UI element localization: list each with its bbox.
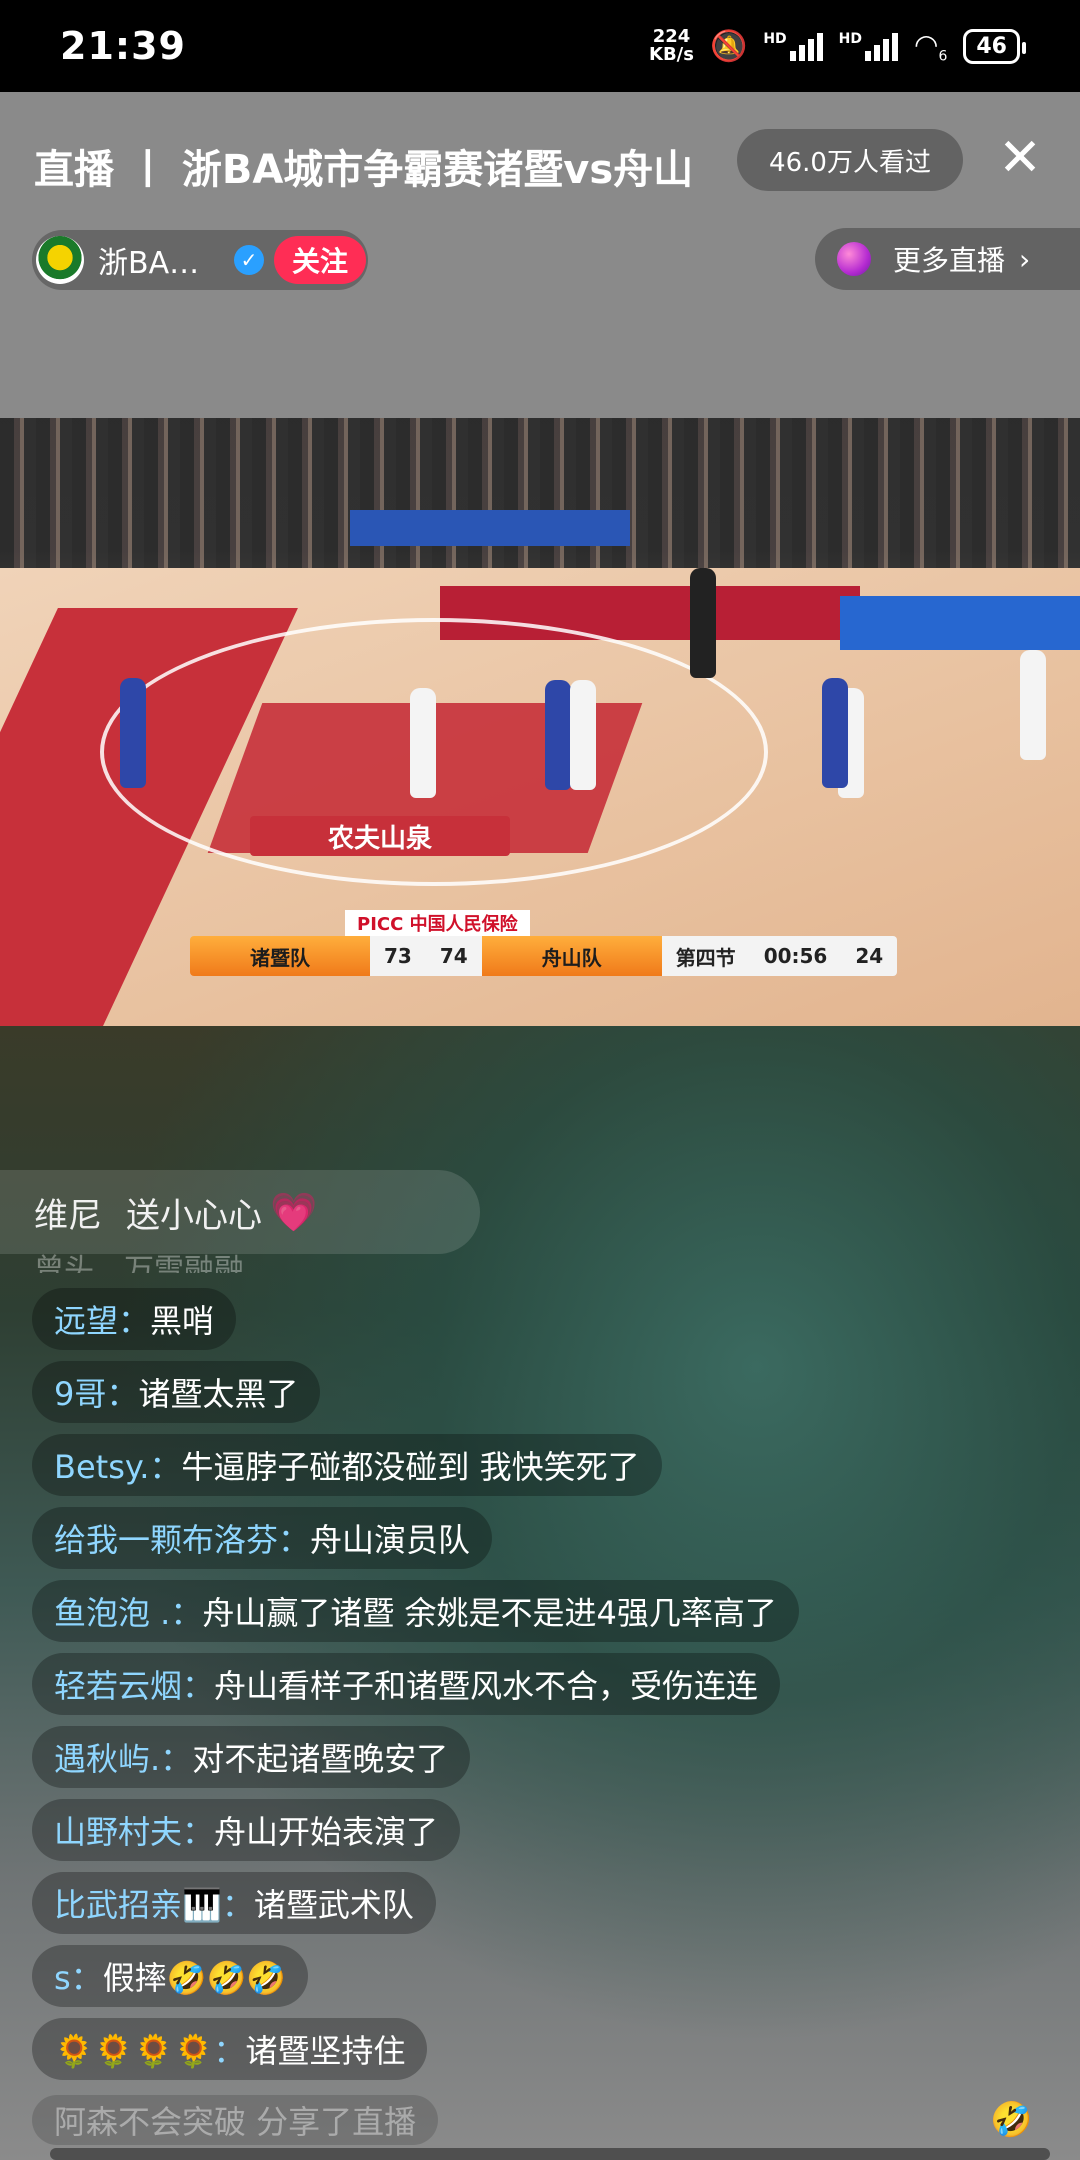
arena-banner: [350, 510, 630, 546]
video-player[interactable]: 农夫山泉 PICC 中国人民保险 诸暨队 73 74 舟山队 第四节 00:56…: [0, 418, 1080, 1026]
chat-text: 对不起诸暨晚安了: [192, 1740, 449, 1778]
chat-faded-message: 阿森不会突破 分享了直播: [32, 2095, 439, 2145]
home-team: 诸暨队: [190, 936, 370, 976]
chat-message[interactable]: 9哥： 诸暨太黑了: [32, 1361, 321, 1423]
chat-message[interactable]: 山野村夫： 舟山开始表演了: [32, 1799, 461, 1861]
chat-user[interactable]: 山野村夫：: [54, 1807, 214, 1853]
chat-message[interactable]: 比武招亲🎹： 诸暨武术队: [32, 1872, 436, 1934]
referee: [690, 568, 716, 678]
gift-notice: 维尼 送小心心 💗: [0, 1170, 480, 1254]
gift-user: 维尼: [34, 1195, 102, 1236]
more-live-label: 更多直播: [893, 244, 1006, 277]
view-count: 46.0万人看过: [737, 129, 963, 191]
wifi-label: 6: [938, 48, 948, 65]
chat-message[interactable]: 轻若云烟： 舟山看样子和诸暨风水不合，受伤连连: [32, 1653, 781, 1715]
shot-clock: 24: [841, 936, 898, 976]
chat-message[interactable]: Betsy.： 牛逼脖子碰都没碰到 我快笑死了: [32, 1434, 662, 1496]
away-team: 舟山队: [481, 936, 662, 976]
player: [822, 678, 848, 788]
live-title: 直播 丨 浙BA城市争霸赛诸暨vs舟山: [34, 147, 694, 193]
gift-action: 送小心心: [126, 1195, 262, 1236]
chat-message[interactable]: 远望： 黑哨: [32, 1288, 237, 1350]
chat-text: 舟山开始表演了: [214, 1813, 439, 1851]
chat-user[interactable]: 给我一颗布洛芬：: [54, 1515, 310, 1561]
chat-user[interactable]: 遇秋屿.：: [54, 1734, 192, 1780]
battery-icon: 46: [963, 28, 1026, 64]
comment-bar[interactable]: [50, 2148, 1050, 2160]
mute-icon: 🔕: [709, 28, 748, 64]
live-ball-icon: [837, 242, 871, 276]
chat-user[interactable]: 9哥：: [54, 1369, 138, 1415]
chat-text: 诸暨武术队: [253, 1886, 414, 1924]
scoreboard: 诸暨队 73 74 舟山队 第四节 00:56 24: [190, 936, 898, 976]
status-time: 21:39: [60, 24, 186, 68]
chat-user[interactable]: 轻若云烟：: [54, 1661, 214, 1707]
hd-label-2: HD: [838, 31, 863, 47]
anchor-name[interactable]: 浙BA…: [98, 238, 226, 282]
player: [120, 678, 146, 788]
chat-text: 黑哨: [150, 1302, 215, 1340]
chat-text: 诸暨太黑了: [138, 1375, 299, 1413]
network-speed-unit: KB/s: [649, 44, 694, 65]
player: [1020, 650, 1046, 760]
chat-faded-message: 曾头…万雪融融: [34, 1253, 244, 1273]
hd-label-1: HD: [763, 31, 787, 47]
chat-text: 假摔🤣🤣🤣: [102, 1959, 287, 1997]
close-icon[interactable]: ✕: [996, 132, 1044, 184]
signal-icon-2: HD: [838, 31, 899, 61]
chat-user[interactable]: 🌻🌻🌻🌻：: [54, 2026, 245, 2072]
status-bar: 21:39 224 KB/s 🔕 HD HD ◠6 46: [0, 0, 1080, 92]
game-clock: 00:56: [749, 936, 842, 976]
chat-text: 牛逼脖子碰都没碰到 我快笑死了: [181, 1448, 640, 1486]
verified-icon: ✓: [234, 245, 264, 275]
chat-text: 舟山赢了诸暨 余姚是不是进4强几率高了: [202, 1594, 777, 1632]
chat-user[interactable]: 远望：: [54, 1296, 150, 1342]
chat-user[interactable]: s：: [54, 1953, 103, 1999]
chat-text: 舟山演员队: [310, 1521, 471, 1559]
wifi-icon: ◠6: [914, 27, 948, 65]
home-score: 73: [370, 936, 426, 976]
chat-user[interactable]: 比武招亲🎹：: [54, 1880, 254, 1926]
laugh-emoji-icon[interactable]: 🤣: [990, 2100, 1032, 2140]
period: 第四节: [661, 936, 750, 976]
follow-button[interactable]: 关注: [274, 236, 367, 284]
floor-logo: 农夫山泉: [250, 816, 510, 856]
chevron-right-icon: ›: [1019, 242, 1031, 276]
status-icons: 224 KB/s 🔕 HD HD ◠6 46: [649, 27, 1026, 65]
avatar[interactable]: [36, 236, 84, 284]
player: [570, 680, 596, 790]
chat-message[interactable]: 遇秋屿.： 对不起诸暨晚安了: [32, 1726, 471, 1788]
chat-user[interactable]: Betsy.：: [54, 1442, 181, 1488]
anchor-card[interactable]: 浙BA… ✓ 关注: [32, 230, 368, 290]
heart-icon: 💗: [270, 1189, 318, 1234]
player: [545, 680, 571, 790]
chat-message[interactable]: 🌻🌻🌻🌻： 诸暨坚持住: [32, 2018, 428, 2080]
chat-text: 舟山看样子和诸暨风水不合，受伤连连: [214, 1667, 759, 1705]
away-score: 74: [425, 936, 482, 976]
sponsor-label: PICC 中国人民保险: [345, 910, 530, 936]
chat-list[interactable]: 远望： 黑哨 9哥： 诸暨太黑了 Betsy.： 牛逼脖子碰都没碰到 我快笑死了 给我…: [32, 1288, 799, 2091]
chat-message[interactable]: 鱼泡泡 .： 舟山赢了诸暨 余姚是不是进4强几率高了: [32, 1580, 799, 1642]
network-speed: 224 KB/s: [649, 28, 694, 64]
live-header: 直播 丨 浙BA城市争霸赛诸暨vs舟山 46.0万人看过 ✕ 浙BA… ✓ 关注…: [0, 92, 1080, 418]
chat-user[interactable]: 鱼泡泡 .：: [54, 1588, 202, 1634]
arena-banner: [840, 596, 1080, 650]
chat-message[interactable]: 给我一颗布洛芬： 舟山演员队: [32, 1507, 493, 1569]
signal-icon-1: HD: [763, 31, 823, 61]
chat-message[interactable]: s： 假摔🤣🤣🤣: [32, 1945, 309, 2007]
more-live-button[interactable]: 更多直播 ›: [815, 228, 1080, 290]
player: [410, 688, 436, 798]
chat-text: 诸暨坚持住: [245, 2032, 406, 2070]
